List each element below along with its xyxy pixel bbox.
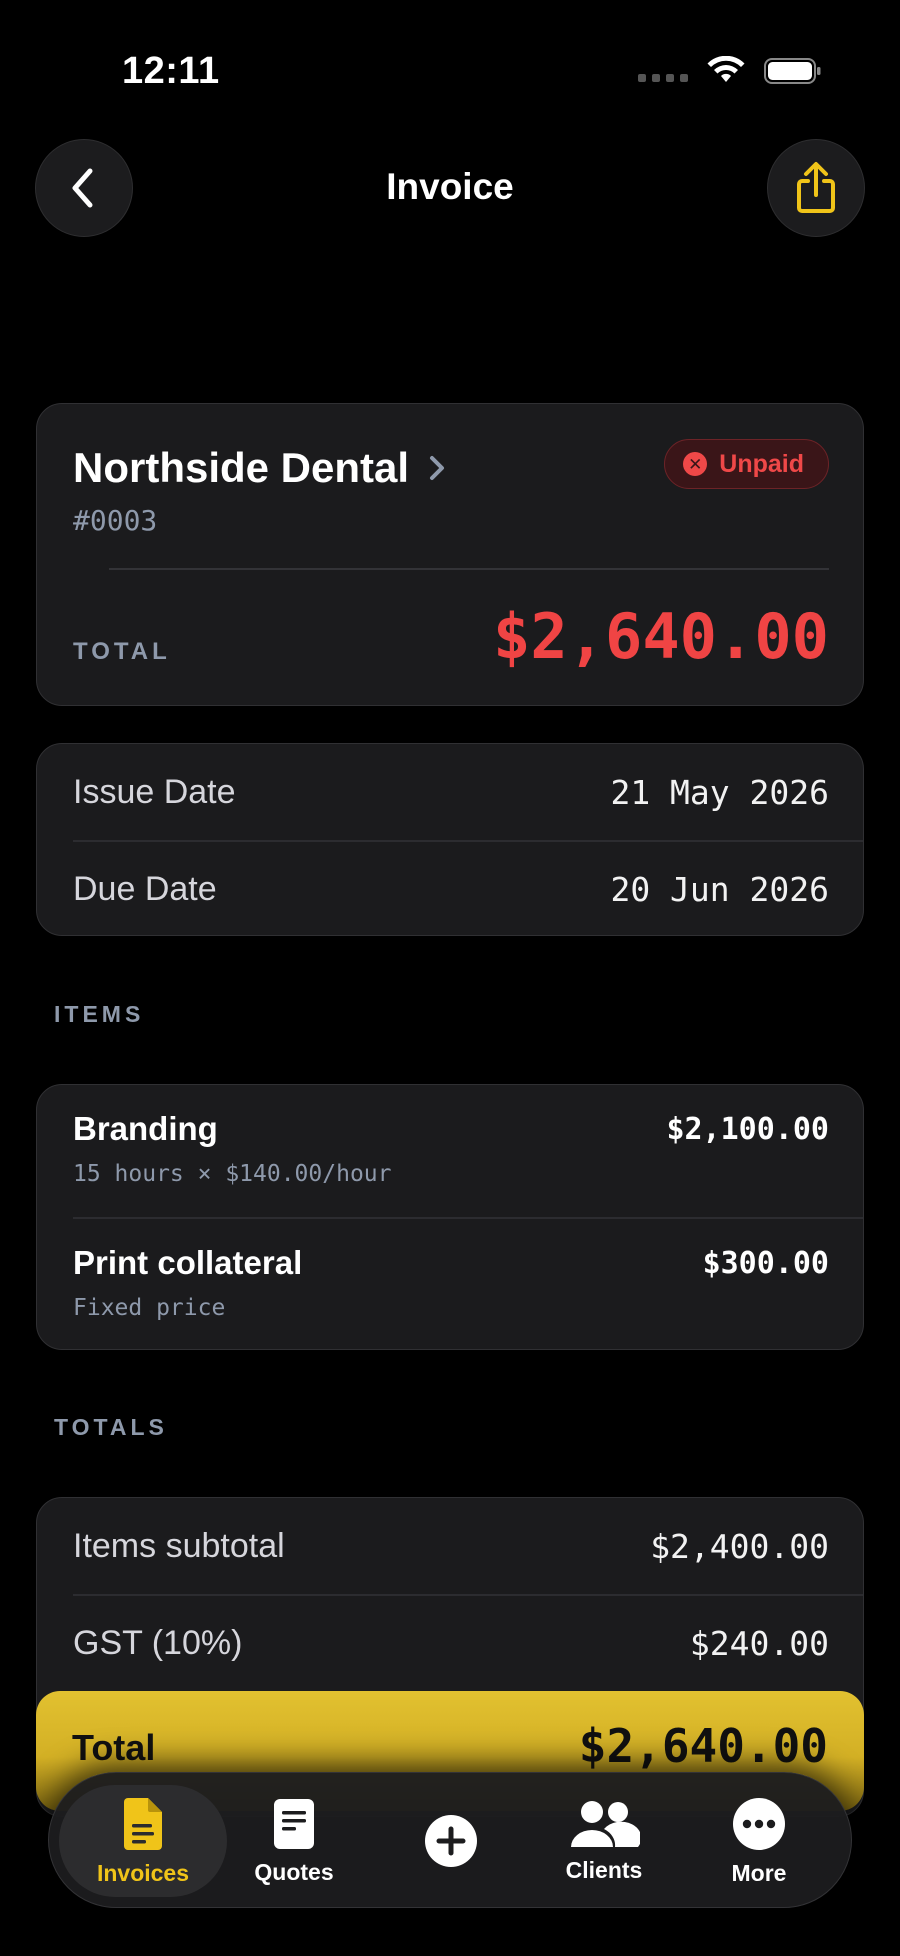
tab-label: More bbox=[731, 1859, 787, 1886]
share-button[interactable] bbox=[767, 139, 865, 237]
tab-label: Invoices bbox=[96, 1859, 190, 1886]
status-badge-label: Unpaid bbox=[719, 449, 804, 478]
client-link[interactable]: Northside Dental bbox=[73, 444, 447, 492]
gst-value: $240.00 bbox=[689, 1623, 829, 1663]
tab-label: Clients bbox=[565, 1856, 643, 1883]
people-icon bbox=[571, 1800, 640, 1847]
grand-total-label: Total bbox=[72, 1727, 156, 1768]
wifi-icon bbox=[707, 56, 745, 82]
due-date-row: Due Date 20 Jun 2026 bbox=[73, 869, 829, 909]
status-time: 12:11 bbox=[122, 50, 220, 92]
totals-section-label: TOTALS bbox=[54, 1414, 168, 1440]
client-name: Northside Dental bbox=[73, 444, 410, 491]
divider bbox=[73, 1594, 863, 1596]
issue-date-value: 21 May 2026 bbox=[610, 772, 829, 812]
item-amount: $2,100.00 bbox=[666, 1111, 829, 1147]
tab-quotes[interactable]: Quotes bbox=[229, 1773, 359, 1909]
item-detail: 15 hours × $140.00/hour bbox=[73, 1161, 392, 1187]
subtotal-value: $2,400.00 bbox=[650, 1526, 829, 1566]
ellipsis-circle-icon bbox=[733, 1797, 785, 1850]
quote-document-icon bbox=[274, 1798, 314, 1849]
status-icons bbox=[638, 56, 822, 86]
add-circle-icon bbox=[425, 1815, 477, 1867]
item-name: Print collateral bbox=[73, 1244, 303, 1281]
item-name: Branding bbox=[73, 1110, 218, 1147]
due-date-label: Due Date bbox=[73, 869, 217, 908]
items-section-label: ITEMS bbox=[54, 1001, 145, 1027]
issue-date-row: Issue Date 21 May 2026 bbox=[73, 772, 829, 812]
due-date-value: 20 Jun 2026 bbox=[610, 869, 829, 909]
divider bbox=[73, 840, 863, 842]
tab-clients[interactable]: Clients bbox=[539, 1773, 669, 1909]
divider bbox=[109, 568, 829, 570]
total-amount: $2,640.00 bbox=[493, 600, 829, 673]
page-title: Invoice bbox=[386, 166, 514, 207]
items-card: Branding $2,100.00 15 hours × $140.00/ho… bbox=[36, 1084, 864, 1350]
invoice-number: #0003 bbox=[73, 504, 158, 537]
item-detail: Fixed price bbox=[73, 1295, 226, 1321]
subtotal-row: Items subtotal $2,400.00 bbox=[73, 1526, 829, 1566]
add-button[interactable] bbox=[386, 1773, 516, 1909]
signal-icon bbox=[638, 74, 688, 82]
item-amount: $300.00 bbox=[702, 1245, 829, 1281]
invoice-document-icon bbox=[124, 1797, 162, 1850]
tab-label: Quotes bbox=[254, 1858, 334, 1885]
subtotal-label: Items subtotal bbox=[73, 1526, 285, 1565]
divider bbox=[73, 1217, 863, 1219]
gst-label: GST (10%) bbox=[73, 1623, 243, 1662]
invoice-summary-card: Northside Dental #0003 ✕ Unpaid TOTAL $2… bbox=[36, 403, 864, 706]
battery-icon bbox=[764, 58, 821, 84]
grand-total-value: $2,640.00 bbox=[578, 1719, 828, 1773]
x-circle-icon: ✕ bbox=[683, 452, 708, 476]
dates-card: Issue Date 21 May 2026 Due Date 20 Jun 2… bbox=[36, 743, 864, 936]
total-label: TOTAL bbox=[73, 638, 171, 665]
share-icon bbox=[797, 162, 835, 213]
tab-bar: Invoices Quotes Clients More bbox=[48, 1772, 852, 1908]
tab-more[interactable]: More bbox=[694, 1773, 824, 1909]
gst-row: GST (10%) $240.00 bbox=[73, 1623, 829, 1663]
tab-invoices[interactable]: Invoices bbox=[59, 1785, 227, 1897]
issue-date-label: Issue Date bbox=[73, 772, 236, 811]
chevron-right-icon bbox=[430, 456, 445, 480]
status-badge: ✕ Unpaid bbox=[664, 439, 829, 489]
